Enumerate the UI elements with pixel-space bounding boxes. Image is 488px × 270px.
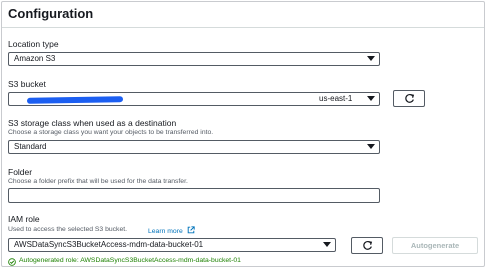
external-link-icon — [187, 226, 195, 234]
caret-down-icon — [367, 56, 375, 61]
folder-description: Choose a folder prefix that will be used… — [8, 178, 188, 185]
iam-role-value: AWSDataSyncS3BucketAccess-mdm-data-bucke… — [14, 240, 204, 249]
storage-class-value: Standard — [14, 142, 47, 151]
refresh-buckets-button[interactable] — [393, 90, 425, 107]
location-type-select[interactable]: Amazon S3 — [8, 52, 380, 66]
s3-bucket-select[interactable]: us-east-1 — [8, 92, 380, 106]
page-title: Configuration — [8, 6, 94, 21]
iam-role-description: Used to access the selected S3 bucket. — [8, 226, 128, 233]
caret-down-icon — [323, 242, 331, 247]
storage-class-label: S3 storage class when used as a destinat… — [8, 118, 177, 128]
iam-role-select[interactable]: AWSDataSyncS3BucketAccess-mdm-data-bucke… — [8, 238, 336, 252]
folder-label: Folder — [8, 167, 33, 177]
refresh-roles-button[interactable] — [351, 237, 383, 254]
panel-header: Configuration — [2, 2, 484, 28]
storage-class-description: Choose a storage class you want your obj… — [8, 129, 214, 136]
check-circle-icon — [8, 258, 16, 266]
location-type-value: Amazon S3 — [14, 54, 56, 63]
s3-bucket-label: S3 bucket — [8, 79, 46, 89]
bucket-region: us-east-1 — [319, 94, 353, 103]
learn-more-link[interactable]: Learn more — [148, 226, 195, 235]
location-type-label: Location type — [8, 39, 59, 49]
folder-input[interactable] — [8, 188, 380, 203]
configuration-panel: Configuration Location type Amazon S3 S3… — [1, 1, 485, 267]
caret-down-icon — [367, 144, 375, 149]
storage-class-select[interactable]: Standard — [8, 140, 380, 154]
refresh-icon — [362, 240, 372, 250]
autogenerate-button[interactable]: Autogenerate — [392, 237, 478, 254]
autogenerated-role-text: Autogenerated role: AWSDataSyncS3BucketA… — [19, 257, 241, 264]
refresh-icon — [404, 93, 414, 103]
redacted-bucket-name — [26, 96, 124, 104]
learn-more-text: Learn more — [148, 228, 183, 235]
iam-role-label: IAM role — [8, 214, 40, 224]
caret-down-icon — [367, 96, 375, 101]
